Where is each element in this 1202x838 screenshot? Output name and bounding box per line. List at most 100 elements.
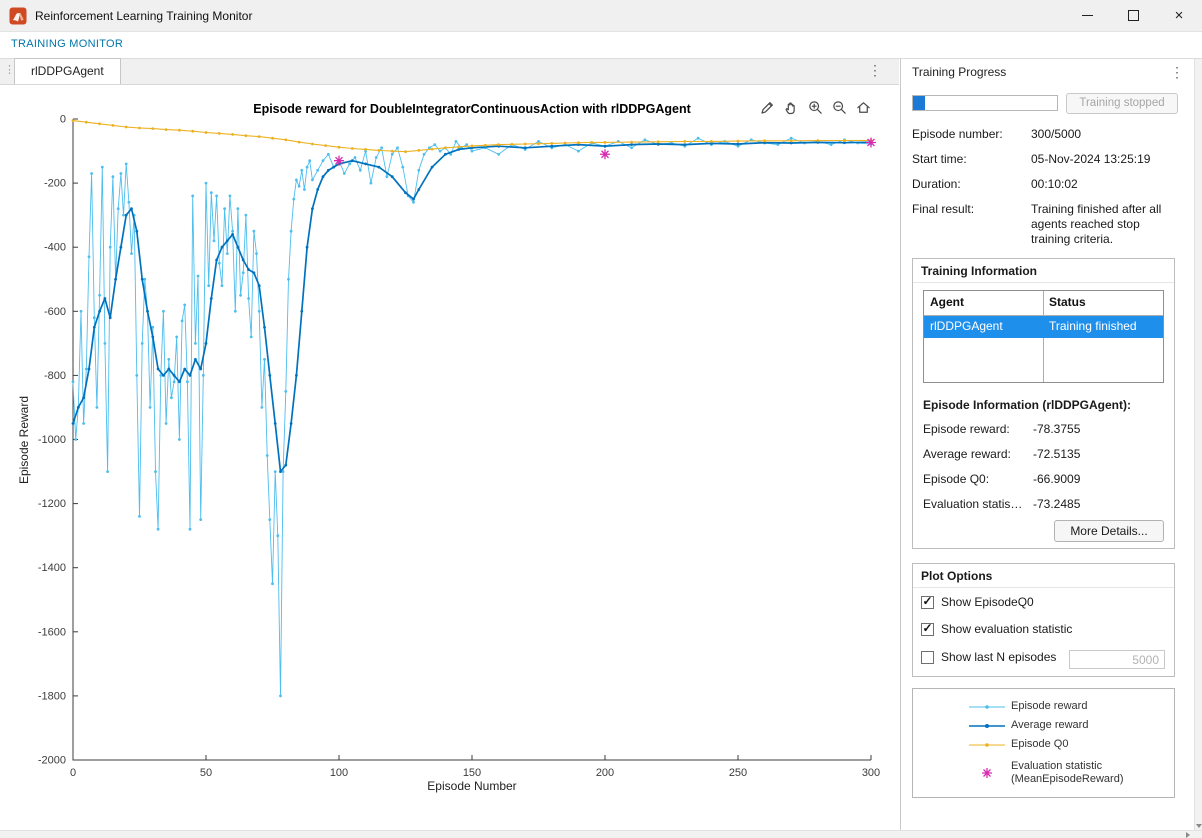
svg-text:-2000: -2000 xyxy=(38,755,66,767)
svg-text:-1600: -1600 xyxy=(38,626,66,638)
legend-label: Episode Q0 xyxy=(1011,738,1068,751)
zoom-in-icon xyxy=(807,99,824,116)
tab-grip-icon: ⋮ xyxy=(4,63,15,76)
more-details-button[interactable]: More Details... xyxy=(1054,520,1164,542)
progress-fill xyxy=(913,96,925,110)
minimize-icon xyxy=(1082,15,1093,16)
svg-text:-1200: -1200 xyxy=(38,498,66,510)
progress-fields: Episode number: 300/5000 Start time: 05-… xyxy=(912,127,1184,257)
field-value: 300/5000 xyxy=(1031,127,1179,142)
zoom-out-button[interactable] xyxy=(830,98,849,117)
panel-menu-button[interactable]: ⋮ xyxy=(1170,64,1184,81)
document-tab-bar: ⋮ rlDDPGAgent ⋮ xyxy=(0,59,899,85)
svg-text:0: 0 xyxy=(70,767,76,779)
episode-stats: Episode reward: -78.3755 Average reward:… xyxy=(923,422,1166,522)
scroll-right-icon[interactable] xyxy=(1186,832,1190,838)
legend-box: Episode reward Average reward Episode Q0… xyxy=(912,688,1175,798)
x-axis-label: Episode Number xyxy=(73,779,871,793)
figure-title: Episode reward for DoubleIntegratorConti… xyxy=(73,102,871,116)
stat-label: Episode Q0: xyxy=(923,472,1033,487)
minimize-button[interactable] xyxy=(1064,0,1110,31)
field-value: 05-Nov-2024 13:25:19 xyxy=(1031,152,1179,167)
n-episodes-input[interactable] xyxy=(1069,650,1165,669)
legend-item-episode-q0: Episode Q0 xyxy=(969,735,1174,754)
svg-text:100: 100 xyxy=(330,767,348,779)
checkbox-icon[interactable]: ✓ xyxy=(921,596,934,609)
checkbox-show-evaluation-statistic[interactable]: ✓ Show evaluation statistic xyxy=(921,622,1072,636)
field-start-time: Start time: 05-Nov-2024 13:25:19 xyxy=(912,152,1184,167)
field-label: Episode number: xyxy=(912,127,1031,142)
field-label: Final result: xyxy=(912,202,1031,247)
field-value: Training finished after all agents reach… xyxy=(1031,202,1179,247)
svg-text:200: 200 xyxy=(596,767,614,779)
stat-episode-q0: Episode Q0: -66.9009 xyxy=(923,472,1166,487)
zoom-out-icon xyxy=(831,99,848,116)
horizontal-scrollbar[interactable] xyxy=(0,830,1202,838)
pan-button[interactable] xyxy=(782,98,801,117)
home-button[interactable] xyxy=(854,98,873,117)
zoom-in-button[interactable] xyxy=(806,98,825,117)
reward-plot[interactable]: 0-200-400-600-800-1000-1200-1400-1600-18… xyxy=(0,85,899,830)
episode-information-title: Episode Information (rlDDPGAgent): xyxy=(923,398,1131,412)
cell-agent: rlDDPGAgent xyxy=(924,316,1043,338)
svg-text:0: 0 xyxy=(60,114,66,126)
checkbox-show-episodeq0[interactable]: ✓ Show EpisodeQ0 xyxy=(921,595,1034,609)
app-window: Reinforcement Learning Training Monitor … xyxy=(0,0,1202,838)
field-label: Start time: xyxy=(912,152,1031,167)
stat-label: Episode reward: xyxy=(923,422,1033,437)
close-button[interactable]: × xyxy=(1156,0,1202,31)
stat-label: Evaluation statis… xyxy=(923,497,1033,512)
checkbox-show-last-n-episodes[interactable]: Show last N episodes xyxy=(921,650,1056,664)
title-bar: Reinforcement Learning Training Monitor … xyxy=(0,0,1202,32)
check-icon: ✓ xyxy=(922,622,932,634)
legend-line-dot-marker xyxy=(969,721,1005,731)
cell-status: Training finished xyxy=(1043,316,1163,338)
stat-value: -73.2485 xyxy=(1033,497,1080,512)
svg-text:-200: -200 xyxy=(44,178,66,190)
legend-line-dot-marker xyxy=(969,740,1005,750)
stat-value: -78.3755 xyxy=(1033,422,1080,437)
svg-text:-1000: -1000 xyxy=(38,434,66,446)
svg-text:300: 300 xyxy=(862,767,880,779)
matlab-logo-icon xyxy=(9,7,27,25)
window-controls: × xyxy=(1064,0,1202,31)
legend-item-episode-reward: Episode reward xyxy=(969,697,1174,716)
stat-episode-reward: Episode reward: -78.3755 xyxy=(923,422,1166,437)
vertical-scrollbar[interactable] xyxy=(1194,59,1202,838)
svg-text:-600: -600 xyxy=(44,306,66,318)
panel-header: Training Progress ⋮ xyxy=(901,59,1194,85)
field-value: 00:10:02 xyxy=(1031,177,1179,192)
close-icon: × xyxy=(1175,8,1184,23)
groupbox-title: Plot Options xyxy=(913,564,1174,588)
pan-icon xyxy=(783,99,800,116)
legend-label: Episode reward xyxy=(1011,700,1087,713)
window-title: Reinforcement Learning Training Monitor xyxy=(35,9,252,23)
document-tab-rlddpgagent[interactable]: rlDDPGAgent xyxy=(14,58,121,84)
figure-area: 0-200-400-600-800-1000-1200-1400-1600-18… xyxy=(0,85,899,830)
panel-title: Training Progress xyxy=(912,65,1006,79)
svg-text:50: 50 xyxy=(200,767,212,779)
svg-text:-800: -800 xyxy=(44,370,66,382)
checkbox-label: Show evaluation statistic xyxy=(941,622,1072,636)
field-final-result: Final result: Training finished after al… xyxy=(912,202,1184,247)
training-information-box: Training Information Agent Status rlDDPG… xyxy=(912,258,1175,549)
svg-text:-400: -400 xyxy=(44,242,66,254)
groupbox-title: Training Information xyxy=(913,259,1174,283)
maximize-button[interactable] xyxy=(1110,0,1156,31)
table-header-status: Status xyxy=(1043,291,1163,315)
document-menu-button[interactable]: ⋮ xyxy=(867,62,883,79)
checkbox-icon[interactable] xyxy=(921,651,934,664)
field-episode-number: Episode number: 300/5000 xyxy=(912,127,1184,142)
brush-button[interactable] xyxy=(758,98,777,117)
scroll-down-icon[interactable] xyxy=(1196,824,1202,828)
training-stopped-button[interactable]: Training stopped xyxy=(1066,93,1178,114)
tab-training-monitor[interactable]: TRAINING MONITOR xyxy=(0,32,134,57)
stat-value: -66.9009 xyxy=(1033,472,1080,487)
table-row[interactable]: rlDDPGAgent Training finished xyxy=(924,316,1163,338)
y-axis-label: Episode Reward xyxy=(17,396,31,484)
legend-line-dot-marker xyxy=(969,702,1005,712)
checkbox-icon[interactable]: ✓ xyxy=(921,623,934,636)
legend-item-average-reward: Average reward xyxy=(969,716,1174,735)
table-header-agent: Agent xyxy=(924,291,1043,315)
legend-label: Average reward xyxy=(1011,719,1088,732)
